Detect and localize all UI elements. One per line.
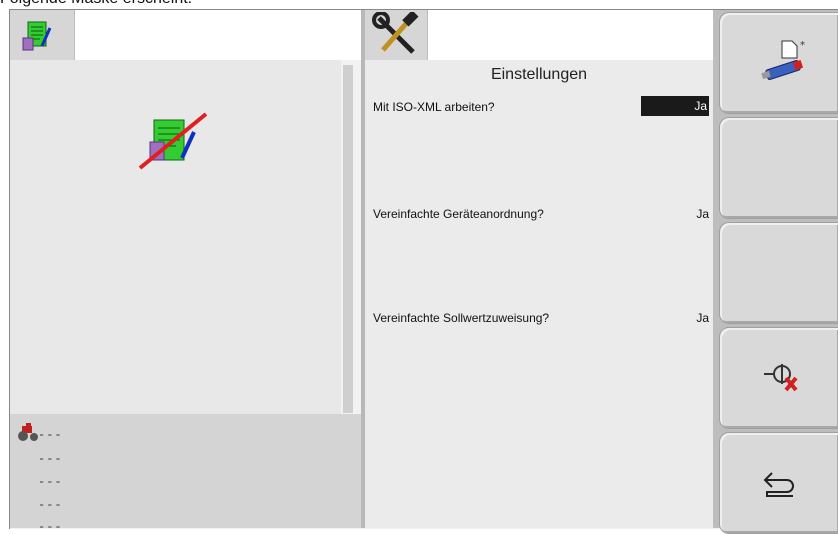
- task-data-disabled-icon: [138, 112, 208, 170]
- task-scrollbar[interactable]: [343, 65, 353, 413]
- info-line: ---: [38, 520, 63, 534]
- info-line: ---: [38, 452, 63, 466]
- softkey-usb-new-file[interactable]: *: [719, 12, 838, 114]
- info-line: ---: [38, 475, 63, 489]
- page-title: Einstellungen: [490, 66, 588, 83]
- svg-text:*: *: [800, 40, 805, 51]
- settings-panel: Einstellungen Mit ISO-XML arbeiten? Ja V…: [365, 10, 713, 528]
- task-tab[interactable]: [10, 10, 75, 60]
- task-data-icon: [22, 21, 52, 51]
- softkey-empty-1[interactable]: [719, 117, 838, 219]
- settings-list: [365, 60, 713, 528]
- softkey-back[interactable]: [719, 432, 838, 534]
- setting-value-geraeteanordnung[interactable]: Ja: [696, 207, 709, 221]
- info-line: ---: [38, 428, 63, 442]
- usb-new-file-icon: *: [761, 40, 805, 80]
- info-line: ---: [38, 498, 63, 512]
- back-icon: [763, 472, 794, 497]
- setting-value-sollwertzuweisung[interactable]: Ja: [696, 311, 709, 325]
- task-area: [10, 60, 341, 414]
- setting-label-geraeteanordnung: Vereinfachte Geräteanordnung?: [373, 207, 544, 221]
- softkey-bar: *: [713, 10, 838, 534]
- caption: Folgende Maske erscheint:: [0, 0, 192, 8]
- tractor-icon: [18, 423, 38, 441]
- machine-info: --- --- --- --- ---: [10, 414, 361, 534]
- task-panel: --- --- --- --- ---: [10, 10, 361, 534]
- task-tab-bar: [10, 10, 361, 60]
- setting-label-sollwertzuweisung: Vereinfachte Sollwertzuweisung?: [373, 311, 550, 325]
- setting-label-iso-xml: Mit ISO-XML arbeiten?: [373, 100, 495, 114]
- tools-icon: [372, 12, 419, 54]
- settings-tab[interactable]: [365, 10, 428, 60]
- settings-tab-bar: [365, 10, 713, 60]
- setting-value-iso-xml[interactable]: Ja: [641, 96, 709, 116]
- softkey-empty-2[interactable]: [719, 222, 838, 324]
- softkey-disconnect[interactable]: [719, 327, 838, 429]
- disconnect-icon: [764, 364, 798, 392]
